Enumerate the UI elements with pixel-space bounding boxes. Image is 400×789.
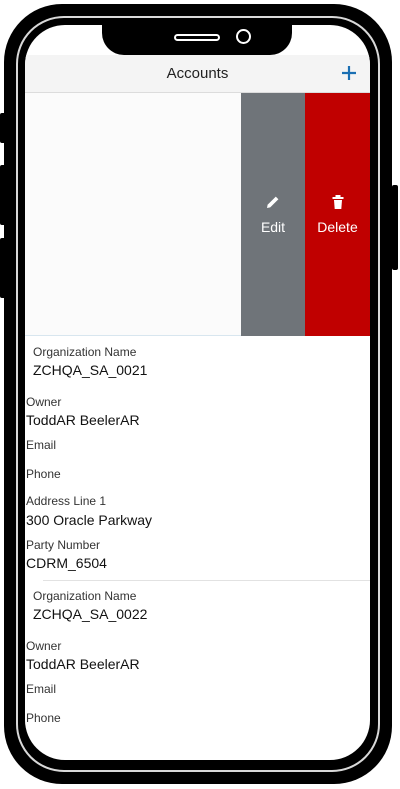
volume-up-button (0, 165, 6, 225)
list-item[interactable]: Organization Name ZCHQA_SA_0021 Owner To… (25, 337, 370, 579)
owner-value: ToddAR BeelerAR (26, 412, 140, 428)
volume-down-button (0, 238, 6, 298)
delete-label: Delete (317, 219, 358, 235)
organization-name-value: ZCHQA_SA_0022 (33, 606, 148, 622)
owner-label: Owner (26, 639, 62, 653)
mute-switch (0, 113, 6, 143)
owner-label: Owner (26, 395, 62, 409)
plus-icon (342, 66, 356, 80)
app-screen: Accounts Edit Delete Organization Name Z… (25, 25, 370, 760)
email-label: Email (26, 438, 57, 452)
delete-button[interactable]: Delete (305, 93, 370, 336)
edit-label: Edit (260, 219, 286, 235)
address-line-1-label: Address Line 1 (26, 494, 107, 508)
trash-icon (332, 195, 343, 209)
camera-icon (236, 29, 251, 44)
page-title: Accounts (166, 65, 229, 82)
speaker-icon (174, 34, 220, 41)
power-button (392, 185, 398, 270)
owner-value: ToddAR BeelerAR (26, 656, 140, 672)
add-account-button[interactable] (334, 57, 364, 89)
organization-name-label: Organization Name (33, 589, 137, 603)
pencil-icon (267, 196, 279, 208)
list-item[interactable] (25, 93, 241, 336)
swiped-list-item: Edit Delete (25, 93, 370, 336)
phone-notch (102, 25, 292, 55)
nav-bar: Accounts (25, 55, 370, 93)
party-number-value: CDRM_6504 (26, 555, 107, 571)
organization-name-label: Organization Name (33, 345, 137, 359)
organization-name-value: ZCHQA_SA_0021 (33, 362, 148, 378)
address-line-1-value: 300 Oracle Parkway (26, 512, 153, 528)
phone-label: Phone (26, 467, 61, 481)
phone-label: Phone (26, 711, 61, 725)
email-label: Email (26, 682, 57, 696)
list-item[interactable]: Organization Name ZCHQA_SA_0022 Owner To… (25, 581, 370, 760)
edit-button[interactable]: Edit (241, 93, 305, 336)
party-number-label: Party Number (26, 538, 101, 552)
